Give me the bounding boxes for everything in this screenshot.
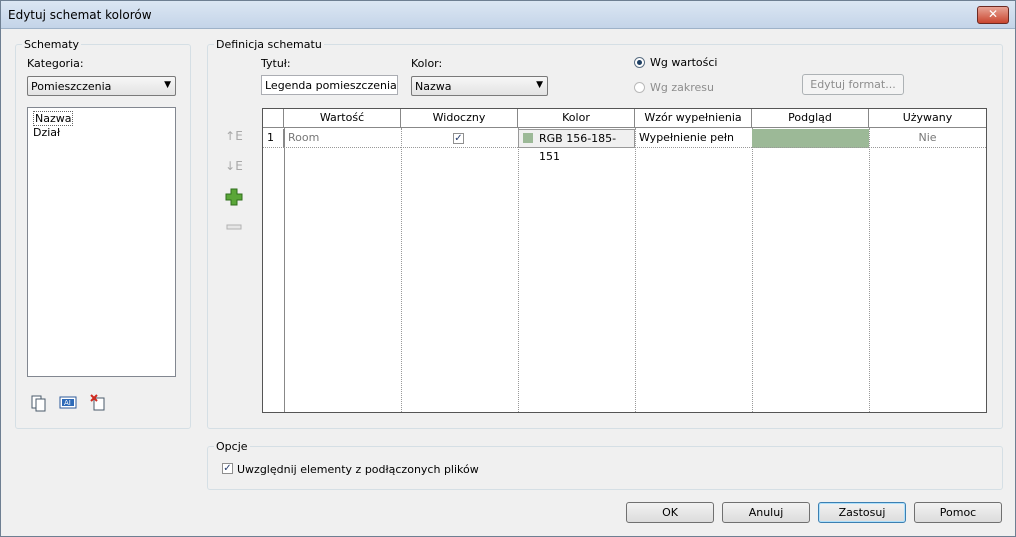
cell-value[interactable]: Room [284, 129, 401, 148]
radio-by-range[interactable] [634, 82, 645, 93]
chevron-down-icon: ▼ [164, 80, 171, 90]
legend-title-input[interactable]: Legenda pomieszczenia [261, 75, 398, 95]
column-divider [518, 128, 519, 412]
edit-format-button[interactable]: Edytuj format... [802, 74, 904, 95]
options-legend: Opcje [214, 440, 250, 453]
color-value-text: RGB 156-185-151 [539, 132, 617, 163]
title-bar[interactable]: Edytuj schemat kolorów ✕ [1, 1, 1015, 29]
column-divider [869, 128, 870, 412]
visible-checkbox[interactable]: ✓ [453, 133, 464, 144]
cancel-button[interactable]: Anuluj [722, 502, 810, 523]
color-label: Kolor: [411, 57, 443, 70]
title-label: Tytuł: [261, 57, 291, 70]
apply-button[interactable]: Zastosuj [818, 502, 906, 523]
schemes-legend: Schematy [22, 38, 82, 51]
category-label: Kategoria: [27, 57, 84, 70]
radio-by-range-label[interactable]: Wg zakresu [650, 81, 714, 94]
color-dropdown[interactable]: Nazwa ▼ [411, 76, 548, 96]
column-divider [401, 128, 402, 412]
column-header-fill[interactable]: Wzór wypełnienia [635, 109, 752, 128]
include-linked-label[interactable]: Uwzględnij elementy z podłączonych plikó… [237, 463, 479, 476]
cell-color[interactable]: RGB 156-185-151 [518, 129, 635, 163]
add-icon[interactable] [225, 188, 243, 206]
chevron-down-icon: ▼ [536, 80, 543, 90]
color-swatch [523, 133, 533, 143]
legend-title-value: Legenda pomieszczenia [265, 79, 397, 92]
delete-icon[interactable] [89, 393, 107, 411]
move-down-icon[interactable]: ↓E [225, 159, 243, 175]
schemes-list[interactable]: Nazwa Dział [27, 107, 176, 377]
include-linked-checkbox[interactable]: ✓ [222, 463, 233, 474]
row-number-header [263, 109, 284, 128]
rename-icon[interactable]: AI [59, 394, 77, 412]
duplicate-icon[interactable] [30, 394, 48, 412]
category-dropdown[interactable]: Pomieszczenia ▼ [27, 76, 176, 96]
cell-visible[interactable]: ✓ [401, 129, 518, 148]
window-title: Edytuj schemat kolorów [8, 8, 152, 22]
column-header-visible[interactable]: Widoczny [401, 109, 518, 128]
dialog-window: Edytuj schemat kolorów ✕ Schematy Katego… [0, 0, 1016, 537]
svg-text:AI: AI [64, 399, 71, 407]
row-number: 1 [263, 129, 284, 148]
scheme-item-dzial[interactable]: Dział [33, 126, 60, 139]
cell-fill-pattern[interactable]: Wypełnienie pełn [635, 129, 752, 148]
category-value: Pomieszczenia [31, 80, 112, 93]
remove-icon[interactable] [225, 218, 243, 236]
definition-legend: Definicja schematu [214, 38, 324, 51]
ok-button[interactable]: OK [626, 502, 714, 523]
color-value: Nazwa [415, 80, 452, 93]
close-button[interactable]: ✕ [977, 6, 1009, 24]
scheme-item-nazwa[interactable]: Nazwa [33, 111, 74, 126]
column-divider [752, 128, 753, 412]
radio-by-value-label[interactable]: Wg wartości [650, 56, 718, 69]
column-divider [635, 128, 636, 412]
move-up-icon[interactable]: ↑E [225, 129, 243, 145]
column-header-value[interactable]: Wartość [284, 109, 401, 128]
cell-used: Nie [869, 129, 986, 148]
help-button[interactable]: Pomoc [914, 502, 1002, 523]
column-header-preview[interactable]: Podgląd [752, 109, 869, 128]
column-header-used[interactable]: Używany [869, 109, 986, 128]
radio-by-value[interactable] [634, 57, 645, 68]
scheme-table[interactable]: Wartość Widoczny Kolor Wzór wypełnienia … [262, 108, 987, 413]
column-divider [284, 128, 285, 412]
cell-preview [752, 129, 869, 148]
column-header-color[interactable]: Kolor [518, 109, 635, 128]
